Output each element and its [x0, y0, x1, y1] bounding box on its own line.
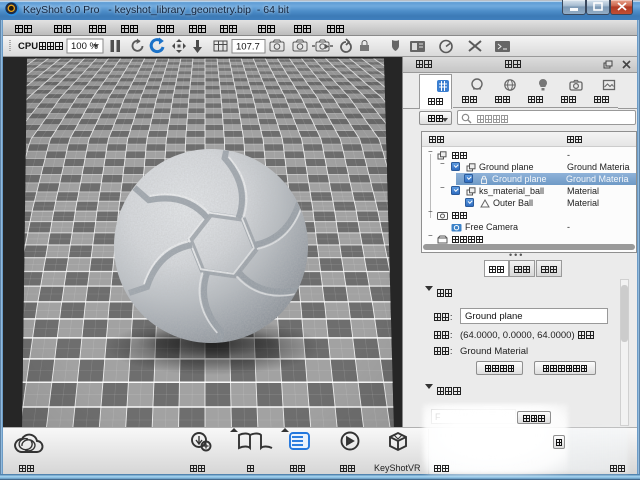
- svg-text:107.7: 107.7: [236, 42, 260, 53]
